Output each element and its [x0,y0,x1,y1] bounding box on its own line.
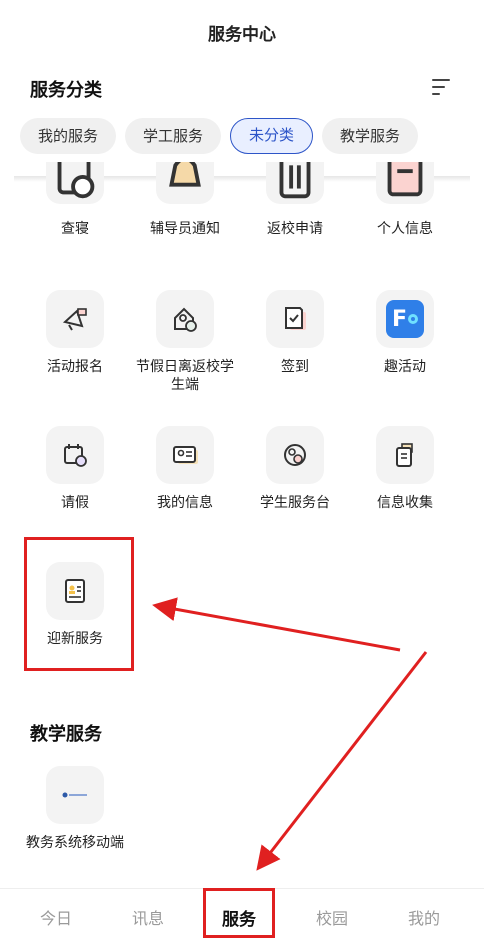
profile-doc-icon[interactable] [376,162,434,204]
calendar-clock-icon [46,426,104,484]
service-label: 我的信息 [157,495,213,511]
megaphone-icon [46,290,104,348]
highlight-box-services-nav [203,888,275,938]
service-label: 个人信息 [377,221,433,237]
tab-student-affairs[interactable]: 学工服务 [125,118,222,154]
service-label: 返校申请 [267,221,323,237]
service-label: 学生服务台 [260,495,330,511]
luggage-icon[interactable] [266,162,324,204]
dorm-check-icon[interactable] [46,162,104,204]
service-label: 辅导员通知 [150,221,220,237]
section-heading-teaching: 教学服务 [30,724,102,745]
service-item-fun-activity[interactable]: F 趣活动 [350,290,460,376]
highlight-box-welcome [24,537,134,671]
service-item-activity-signup[interactable]: 活动报名 [20,290,130,376]
service-item[interactable]: 个人信息 [350,220,460,238]
service-label: 节假日离返校学生端 [136,359,234,393]
nav-mine[interactable]: 我的 [394,905,454,929]
service-item-leave[interactable]: 请假 [20,426,130,512]
service-item-holiday-return[interactable]: 节假日离返校学生端 [130,290,240,394]
service-item[interactable]: 辅导员通知 [130,220,240,238]
service-label: 活动报名 [47,359,103,375]
tab-teaching-services[interactable]: 教学服务 [322,118,419,154]
sort-icon[interactable] [432,78,452,96]
service-item-my-info[interactable]: 我的信息 [130,426,240,512]
nav-campus[interactable]: 校园 [302,905,362,929]
service-item-service-desk[interactable]: 学生服务台 [240,426,350,512]
service-item-academic-system[interactable]: 教务系统移动端 [20,766,130,852]
service-item-info-collect[interactable]: 信息收集 [350,426,460,512]
tab-my-services[interactable]: 我的服务 [20,118,117,154]
section-heading-category: 服务分类 [30,80,102,101]
fun-activity-logo: F [376,290,434,348]
bell-icon[interactable] [156,162,214,204]
service-label: 请假 [61,495,89,511]
tab-uncategorized[interactable]: 未分类 [230,118,314,154]
service-label: 趣活动 [384,359,426,375]
page-title: 服务中心 [208,25,276,45]
partial-service-row [20,162,464,212]
service-label: 信息收集 [377,495,433,511]
service-label: 签到 [281,359,309,375]
clipboard-icon [376,426,434,484]
arrow-to-services-nav [256,651,428,871]
category-tabs: 我的服务 学工服务 未分类 教学服务 [20,118,472,156]
service-label: 查寝 [61,221,89,237]
service-desk-icon [266,426,324,484]
id-card-icon [156,426,214,484]
nav-today[interactable]: 今日 [26,905,86,929]
nav-messages[interactable]: 讯息 [118,905,178,929]
arrow-to-welcome [152,597,401,652]
checkin-doc-icon [266,290,324,348]
service-item-checkin[interactable]: 签到 [240,290,350,376]
home-return-icon [156,290,214,348]
service-item[interactable]: 返校申请 [240,220,350,238]
service-item[interactable]: 查寝 [20,220,130,238]
academic-system-logo [46,766,104,824]
service-label: 教务系统移动端 [26,835,124,851]
